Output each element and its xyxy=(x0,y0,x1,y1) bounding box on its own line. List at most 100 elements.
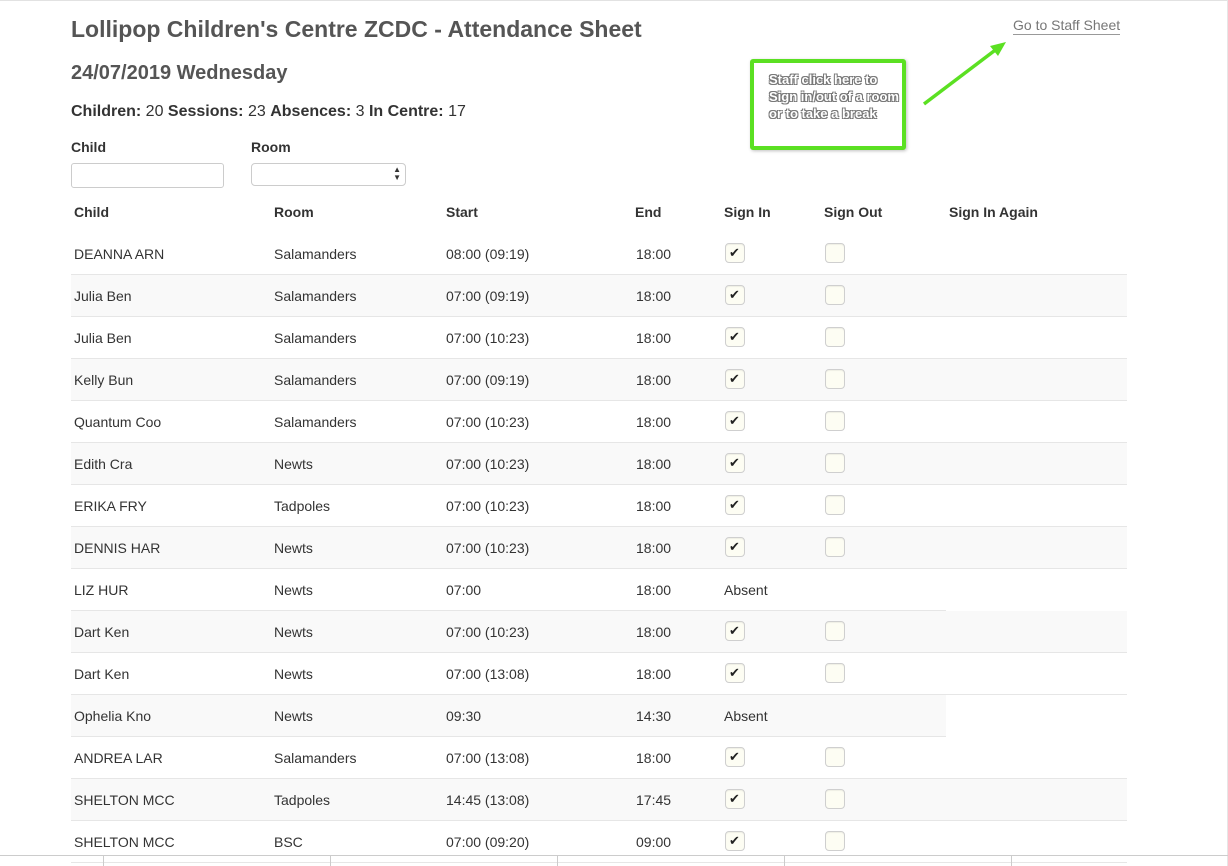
row-room: Tadpoles xyxy=(274,498,331,514)
row-room: Salamanders xyxy=(274,414,357,430)
sign-out-checkbox[interactable] xyxy=(825,369,845,389)
sign-in-checkbox[interactable]: ✔ xyxy=(725,663,745,683)
row-room: BSC xyxy=(274,834,303,850)
checkmark-icon: ✔ xyxy=(729,833,740,848)
row-end-time: 18:00 xyxy=(636,330,672,346)
row-start-time: 14:45 (13:08) xyxy=(446,792,530,808)
sign-out-checkbox[interactable] xyxy=(825,327,845,347)
sign-in-checkbox[interactable]: ✔ xyxy=(725,369,745,389)
sign-in-checkbox[interactable]: ✔ xyxy=(725,537,745,557)
header-room: Room xyxy=(274,204,314,220)
row-child-name: DENNIS HAR xyxy=(74,540,161,556)
bottom-tick xyxy=(103,855,104,866)
sign-in-checkbox[interactable]: ✔ xyxy=(725,285,745,305)
checkmark-icon: ✔ xyxy=(729,749,740,764)
row-child-name: Ophelia Kno xyxy=(74,708,152,724)
checkmark-icon: ✔ xyxy=(729,665,740,680)
row-start-time: 07:00 (10:23) xyxy=(446,624,530,640)
checkmark-icon: ✔ xyxy=(729,623,740,638)
row-end-time: 18:00 xyxy=(636,750,672,766)
attendance-stats: Children: 20 Sessions: 23 Absences: 3 In… xyxy=(71,103,466,121)
row-child-name: Kelly Bun xyxy=(74,372,134,388)
row-child-name: LIZ HUR xyxy=(74,582,129,598)
row-room: Tadpoles xyxy=(274,792,331,808)
children-count: 20 xyxy=(145,103,164,120)
sign-out-checkbox[interactable] xyxy=(825,621,845,641)
sign-in-checkbox[interactable]: ✔ xyxy=(725,789,745,809)
row-start-time: 07:00 (13:08) xyxy=(446,666,530,682)
sign-in-checkbox[interactable]: ✔ xyxy=(725,411,745,431)
sign-out-checkbox[interactable] xyxy=(825,243,845,263)
row-end-time: 18:00 xyxy=(636,246,672,262)
sign-out-checkbox[interactable] xyxy=(825,789,845,809)
absences-count: 3 xyxy=(355,103,365,120)
child-filter-input[interactable] xyxy=(71,163,224,188)
sign-out-checkbox[interactable] xyxy=(825,453,845,473)
sessions-count: 23 xyxy=(247,103,266,120)
row-room: Newts xyxy=(274,540,313,556)
table-row: Julia Ben Salamanders 07:00 (09:19) 18:00 ✔ xyxy=(71,275,1127,317)
row-start-time: 07:00 (09:19) xyxy=(446,288,530,304)
sign-out-checkbox[interactable] xyxy=(825,663,845,683)
room-filter-label: Room xyxy=(251,139,291,155)
callout-text: Staff click here to Sign in/out of a roo… xyxy=(769,72,899,121)
table-row: SHELTON MCC BSC 07:00 (09:20) 09:00 ✔ xyxy=(71,821,1127,863)
sign-in-checkbox[interactable]: ✔ xyxy=(725,453,745,473)
sign-out-checkbox[interactable] xyxy=(825,537,845,557)
row-absent-status: Absent xyxy=(724,708,768,724)
table-row: Quantum Coo Salamanders 07:00 (10:23) 18:00… xyxy=(71,401,1127,443)
row-start-time: 07:00 (09:19) xyxy=(446,372,530,388)
row-child-name: SHELTON MCC xyxy=(74,834,175,850)
sign-in-checkbox[interactable]: ✔ xyxy=(725,831,745,851)
row-end-time: 18:00 xyxy=(636,456,672,472)
row-room: Newts xyxy=(274,582,313,598)
row-end-time: 09:00 xyxy=(636,834,672,850)
row-child-name: DEANNA ARN xyxy=(74,246,165,262)
sign-out-checkbox[interactable] xyxy=(825,411,845,431)
room-filter-select[interactable]: ▲ ▼ xyxy=(251,163,406,186)
row-start-time: 07:00 (10:23) xyxy=(446,330,530,346)
checkmark-icon: ✔ xyxy=(729,413,740,428)
row-start-time: 07:00 (10:23) xyxy=(446,414,530,430)
sign-in-checkbox[interactable]: ✔ xyxy=(725,243,745,263)
table-row: Edith Cra Newts 07:00 (10:23) 18:00 ✔ xyxy=(71,443,1127,485)
header-end: End xyxy=(635,204,662,220)
row-child-name: Dart Ken xyxy=(74,666,130,682)
sessions-label: Sessions: xyxy=(167,103,244,120)
row-room: Salamanders xyxy=(274,330,357,346)
sign-in-checkbox[interactable]: ✔ xyxy=(725,327,745,347)
row-end-time: 18:00 xyxy=(636,540,672,556)
absences-label: Absences: xyxy=(270,103,352,120)
row-absent-status: Absent xyxy=(724,582,768,598)
row-child-name: Quantum Coo xyxy=(74,414,162,430)
sign-out-checkbox[interactable] xyxy=(825,285,845,305)
date-heading: 24/07/2019 Wednesday xyxy=(71,62,288,84)
row-end-time: 18:00 xyxy=(636,624,672,640)
row-end-time: 18:00 xyxy=(636,372,672,388)
sign-in-checkbox[interactable]: ✔ xyxy=(725,621,745,641)
sign-out-checkbox[interactable] xyxy=(825,831,845,851)
table-row: Dart Ken Newts 07:00 (13:08) 18:00 ✔ xyxy=(71,653,1127,695)
checkmark-icon: ✔ xyxy=(729,539,740,554)
row-room: Salamanders xyxy=(274,750,357,766)
table-header: Child Room Start End Sign In Sign Out Si… xyxy=(71,198,1127,234)
sign-out-checkbox[interactable] xyxy=(825,495,845,515)
header-child: Child xyxy=(74,204,109,220)
row-child-name: SHELTON MCC xyxy=(74,792,175,808)
header-sign-in-again: Sign In Again xyxy=(949,204,1038,220)
table-row: DEANNA ARN Salamanders 08:00 (09:19) 18:00 ✔ xyxy=(71,233,1127,275)
row-child-name: Dart Ken xyxy=(74,624,130,640)
row-start-time: 09:30 xyxy=(446,708,482,724)
header-sign-in: Sign In xyxy=(724,204,771,220)
row-room: Newts xyxy=(274,624,313,640)
sign-in-checkbox[interactable]: ✔ xyxy=(725,495,745,515)
sign-in-checkbox[interactable]: ✔ xyxy=(725,747,745,767)
row-end-time: 17:45 xyxy=(636,792,672,808)
sign-out-checkbox[interactable] xyxy=(825,747,845,767)
row-start-time: 07:00 (09:20) xyxy=(446,834,530,850)
row-start-time: 07:00 (10:23) xyxy=(446,540,530,556)
table-row: Ophelia Kno Newts 09:30 14:30 Absent xyxy=(71,695,946,737)
row-end-time: 18:00 xyxy=(636,582,672,598)
staff-sheet-link[interactable]: Go to Staff Sheet xyxy=(1013,17,1121,35)
checkmark-icon: ✔ xyxy=(729,371,740,386)
